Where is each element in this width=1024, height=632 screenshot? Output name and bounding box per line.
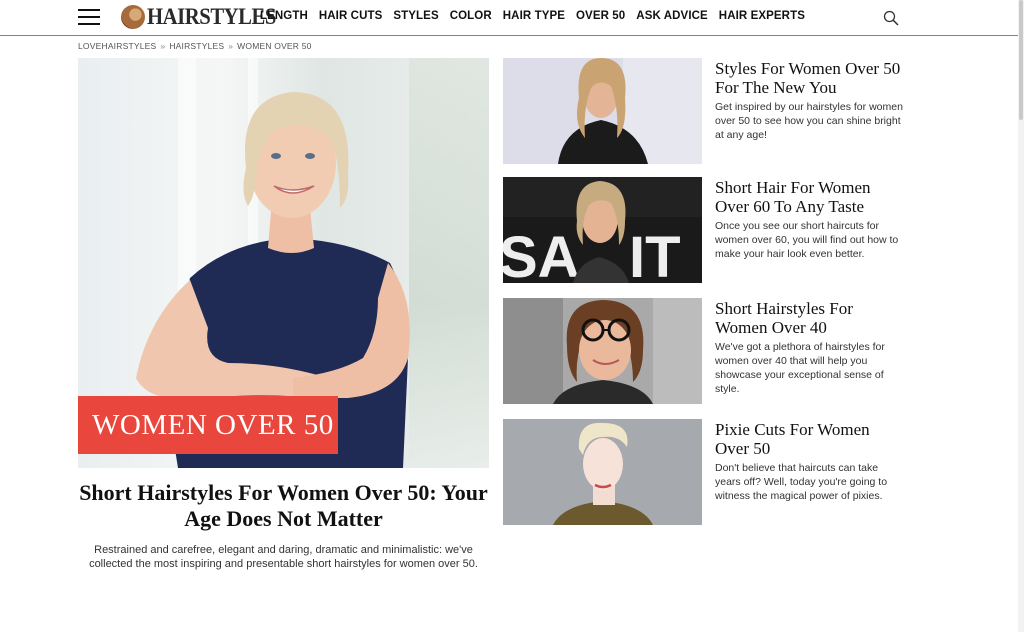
- logo-text: HAIRSTYLES: [147, 4, 276, 29]
- page-scrollbar[interactable]: [1018, 0, 1024, 632]
- article-description: Once you see our short haircuts for wome…: [715, 220, 899, 260]
- nav-item-ask-advice[interactable]: ASK ADVICE: [636, 10, 708, 22]
- breadcrumb-separator: »: [160, 41, 166, 51]
- nav-item-hair-type[interactable]: HAIR TYPE: [503, 10, 565, 22]
- breadcrumb-separator: »: [228, 41, 234, 51]
- main-nav: LENGTH HAIR CUTS STYLES COLOR HAIR TYPE …: [260, 10, 816, 22]
- nav-item-length[interactable]: LENGTH: [260, 10, 308, 22]
- article-thumbnail[interactable]: [503, 419, 702, 525]
- article-description: Don't believe that haircuts can take yea…: [715, 462, 888, 502]
- svg-text:SA: SA: [503, 225, 580, 283]
- article-thumbnail[interactable]: SA IT: [503, 177, 702, 283]
- article-card[interactable]: SA IT Short Hair For Women Over 60 To An…: [503, 177, 903, 283]
- article-description: Get inspired by our hairstyles for women…: [715, 101, 903, 141]
- article-title[interactable]: Short Hairstyles For Women Over 40: [715, 299, 905, 337]
- breadcrumb-item-hairstyles[interactable]: HAIRSTYLES: [169, 41, 224, 51]
- article-thumbnail[interactable]: [503, 298, 702, 404]
- hair-logo-icon: [121, 5, 145, 29]
- nav-item-hair-cuts[interactable]: HAIR CUTS: [319, 10, 383, 22]
- article-card[interactable]: Styles For Women Over 50 For The New You…: [503, 58, 903, 164]
- article-card[interactable]: Short Hairstyles For Women Over 40 We've…: [503, 298, 903, 404]
- article-title[interactable]: Styles For Women Over 50 For The New You: [715, 59, 905, 97]
- article-card[interactable]: Pixie Cuts For Women Over 50 Don't belie…: [503, 419, 903, 525]
- hero-title[interactable]: Short Hairstyles For Women Over 50: Your…: [78, 480, 489, 532]
- nav-item-color[interactable]: COLOR: [450, 10, 492, 22]
- breadcrumb-item-lovehairstyles[interactable]: LOVEHAIRSTYLES: [78, 41, 156, 51]
- hero-description: Restrained and carefree, elegant and dar…: [89, 544, 478, 570]
- nav-item-hair-experts[interactable]: HAIR EXPERTS: [719, 10, 805, 22]
- hero-category-badge[interactable]: WOMEN OVER 50: [78, 396, 338, 454]
- nav-item-styles[interactable]: STYLES: [393, 10, 438, 22]
- breadcrumb: LOVEHAIRSTYLES » HAIRSTYLES » WOMEN OVER…: [78, 41, 312, 51]
- article-title[interactable]: Short Hair For Women Over 60 To Any Tast…: [715, 178, 905, 216]
- article-title[interactable]: Pixie Cuts For Women Over 50: [715, 420, 905, 458]
- svg-text:IT: IT: [629, 225, 681, 283]
- hamburger-menu-icon[interactable]: [78, 9, 100, 25]
- article-thumbnail[interactable]: [503, 58, 702, 164]
- nav-item-over-50[interactable]: OVER 50: [576, 10, 625, 22]
- site-header: HAIRSTYLES LENGTH HAIR CUTS STYLES COLOR…: [0, 0, 1024, 36]
- article-description: We've got a plethora of hairstyles for w…: [715, 341, 885, 395]
- search-icon[interactable]: [883, 10, 899, 26]
- breadcrumb-item-current: WOMEN OVER 50: [237, 41, 312, 51]
- scrollbar-thumb[interactable]: [1019, 0, 1023, 120]
